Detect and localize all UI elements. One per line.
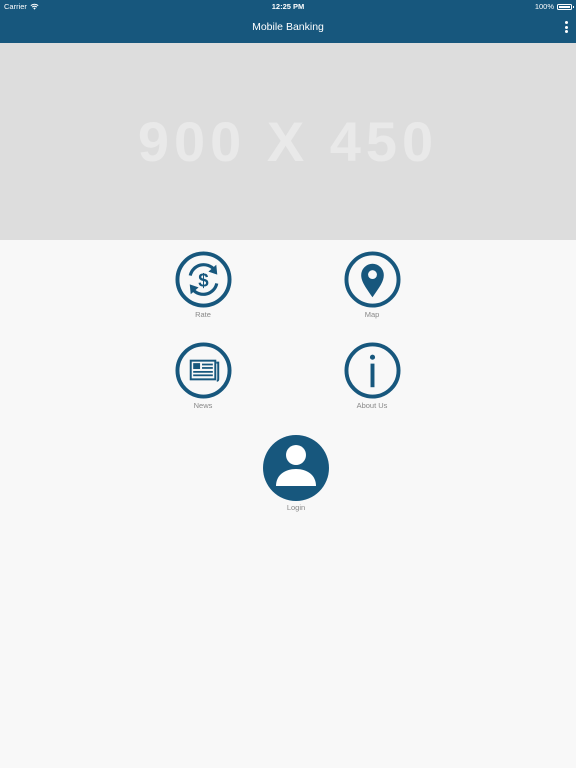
news-button[interactable]: News	[148, 342, 258, 410]
battery-icon	[557, 3, 574, 10]
info-icon	[343, 342, 401, 399]
map-label: Map	[364, 310, 380, 319]
status-time: 12:25 PM	[271, 2, 305, 11]
rate-label: Rate	[195, 310, 211, 319]
menu-dot	[564, 21, 568, 24]
newspaper-icon	[174, 342, 232, 399]
login-button[interactable]: Login	[241, 435, 351, 512]
currency-exchange-icon: $	[174, 251, 232, 308]
login-label: Login	[286, 503, 306, 512]
svg-text:$: $	[198, 269, 209, 290]
about-us-label: About Us	[356, 401, 388, 410]
menu-dot	[564, 25, 568, 29]
page-title: Mobile Banking	[252, 21, 324, 33]
banner-text: 900 X 450	[137, 110, 439, 173]
map-pin-icon	[343, 251, 401, 308]
battery-indicator: 100%	[534, 2, 574, 11]
status-bar: Carrier 12:25 PM 100%	[0, 0, 576, 13]
banner-placeholder: 900 X 450	[0, 43, 576, 240]
rate-button[interactable]: $ Rate	[148, 251, 258, 319]
map-button[interactable]: Map	[317, 251, 427, 319]
about-us-button[interactable]: About Us	[317, 342, 427, 410]
battery-percent: 100%	[534, 2, 554, 11]
user-icon	[263, 435, 329, 501]
menu-dot	[564, 30, 568, 33]
top-bar: Carrier 12:25 PM 100% Mobile Banking	[0, 0, 576, 43]
more-vertical-icon[interactable]	[561, 20, 571, 34]
news-label: News	[193, 401, 213, 410]
